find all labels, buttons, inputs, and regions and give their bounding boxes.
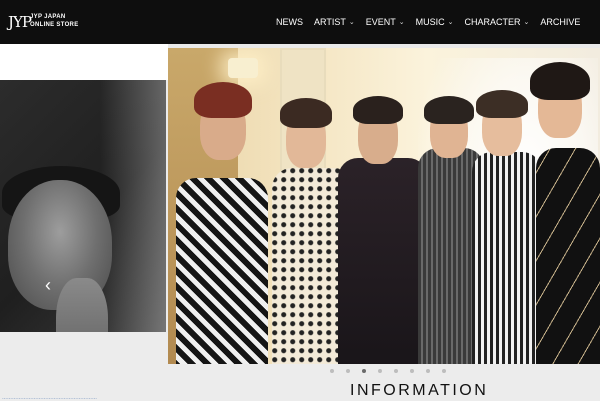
chevron-down-icon: ⌄ [348, 19, 355, 26]
jyp-logo-mark: JYP [8, 13, 32, 31]
carousel-dot[interactable] [442, 369, 446, 373]
carousel-dots [330, 369, 458, 373]
logo-text-line2: ONLINE STORE [30, 22, 79, 28]
nav-item-character[interactable]: CHARACTER ⌄ [464, 17, 529, 27]
site-logo[interactable]: JYP JYP JAPAN ONLINE STORE [8, 9, 78, 35]
carousel-dot[interactable] [410, 369, 414, 373]
nav-item-music[interactable]: MUSIC ⌄ [416, 17, 454, 27]
nav-item-archive[interactable]: ARCHIVE [540, 17, 580, 27]
carousel-main-slide[interactable] [168, 48, 600, 364]
nav-label: MUSIC [415, 17, 445, 27]
carousel-dot[interactable] [362, 369, 366, 373]
nav-item-news[interactable]: NEWS [276, 17, 303, 27]
nav-label: NEWS [276, 17, 303, 27]
carousel-dot[interactable] [426, 369, 430, 373]
chevron-down-icon: ⌄ [398, 19, 405, 26]
chevron-down-icon: ⌄ [523, 19, 530, 26]
chevron-left-icon[interactable]: ‹ [42, 275, 54, 295]
main-nav: NEWS ARTIST ⌄ EVENT ⌄ MUSIC ⌄ CHARACTER … [276, 0, 591, 44]
information-heading: INFORMATION [350, 382, 489, 399]
nav-label: CHARACTER [464, 17, 521, 27]
nav-item-event[interactable]: EVENT ⌄ [366, 17, 405, 27]
carousel-prev-slide[interactable]: ‹ [0, 80, 166, 332]
carousel-dot[interactable] [330, 369, 334, 373]
nav-label: EVENT [365, 17, 396, 27]
nav-item-artist[interactable]: ARTIST ⌄ [314, 17, 355, 27]
carousel-dot[interactable] [346, 369, 350, 373]
slide-lamp [228, 58, 258, 78]
person-hand [56, 278, 108, 332]
nav-label: ARCHIVE [540, 17, 581, 27]
page-white-band [0, 44, 168, 80]
logo-text-line1: JYP JAPAN [30, 14, 66, 20]
nav-label: ARTIST [314, 17, 346, 27]
carousel-dot[interactable] [378, 369, 382, 373]
site-header: JYP JYP JAPAN ONLINE STORE NEWS ARTIST ⌄… [0, 0, 600, 44]
footer-partial-link[interactable]: ………………………………………………… [2, 395, 97, 401]
carousel-dot[interactable] [394, 369, 398, 373]
chevron-down-icon: ⌄ [447, 19, 454, 26]
